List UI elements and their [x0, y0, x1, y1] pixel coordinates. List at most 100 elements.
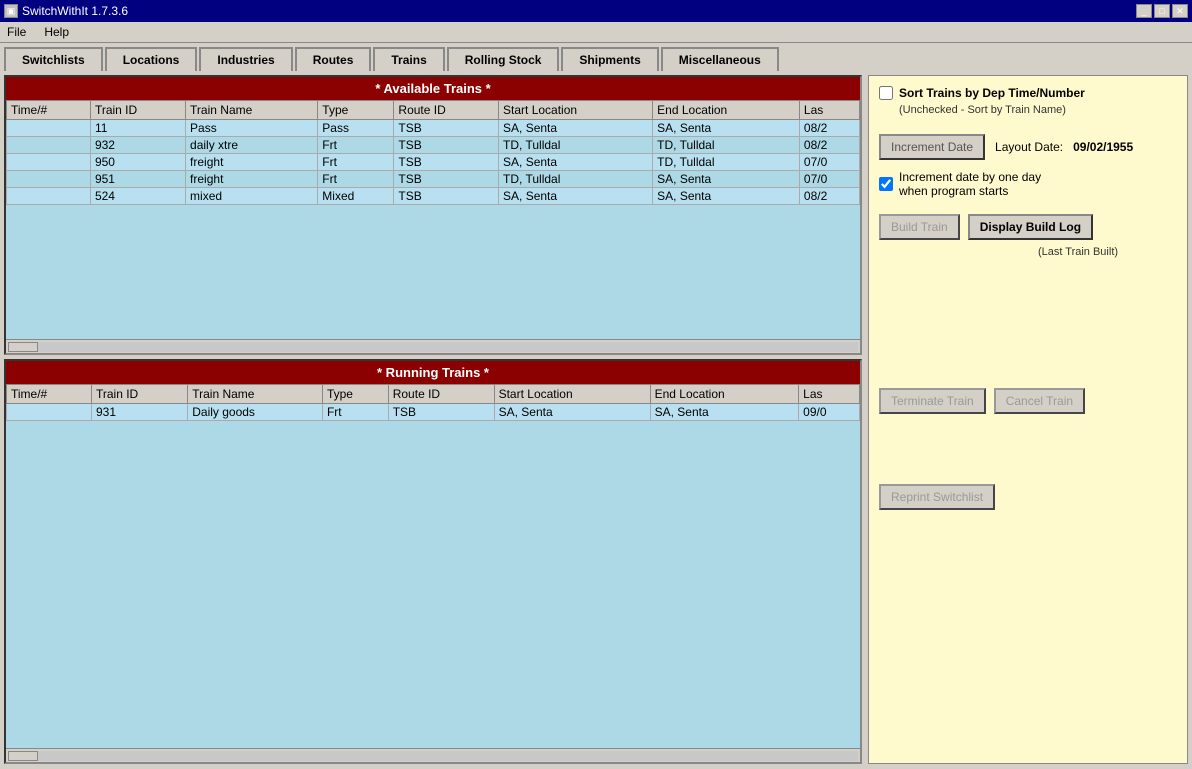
cell-id: 950	[90, 154, 185, 171]
app-title: SwitchWithIt 1.7.3.6	[22, 4, 128, 18]
increment-day-row: Increment date by one day when program s…	[879, 170, 1177, 198]
cell-id: 931	[91, 404, 187, 421]
cell-type: Frt	[318, 171, 394, 188]
cell-id: 524	[90, 188, 185, 205]
available-trains-scrollbar[interactable]	[6, 339, 860, 353]
col-start-location: Start Location	[499, 101, 653, 120]
cell-last: 09/0	[799, 404, 860, 421]
cell-start: TD, Tulldal	[499, 171, 653, 188]
cell-type: Mixed	[318, 188, 394, 205]
cell-end: TD, Tulldal	[653, 154, 800, 171]
table-row[interactable]: 932 daily xtre Frt TSB TD, Tulldal TD, T…	[7, 137, 860, 154]
cell-id: 11	[90, 120, 185, 137]
table-row[interactable]: 950 freight Frt TSB SA, Senta TD, Tullda…	[7, 154, 860, 171]
cell-last: 08/2	[799, 137, 859, 154]
tab-shipments[interactable]: Shipments	[561, 47, 658, 71]
last-train-label: (Last Train Built)	[979, 246, 1177, 258]
cell-name: Pass	[186, 120, 318, 137]
increment-day-checkbox[interactable]	[879, 177, 893, 191]
col-end-location: End Location	[653, 101, 800, 120]
cell-start: SA, Senta	[499, 154, 653, 171]
available-trains-table-wrapper[interactable]: Time/# Train ID Train Name Type Route ID…	[6, 100, 860, 339]
cell-name: freight	[186, 171, 318, 188]
nav-tabs: Switchlists Locations Industries Routes …	[0, 43, 1192, 71]
sort-checkbox-row: Sort Trains by Dep Time/Number	[879, 86, 1177, 100]
table-row[interactable]: 931 Daily goods Frt TSB SA, Senta SA, Se…	[7, 404, 860, 421]
cell-name: freight	[186, 154, 318, 171]
cell-start: TD, Tulldal	[499, 137, 653, 154]
cell-start: SA, Senta	[499, 120, 653, 137]
window-controls: _ □ ✕	[1136, 4, 1188, 18]
run-col-end-location: End Location	[650, 385, 799, 404]
tab-industries[interactable]: Industries	[199, 47, 292, 71]
cell-end: SA, Senta	[653, 188, 800, 205]
running-trains-scrollbar[interactable]	[6, 748, 860, 762]
cell-route: TSB	[394, 137, 499, 154]
sort-checkbox[interactable]	[879, 86, 893, 100]
cell-type: Frt	[318, 137, 394, 154]
cell-end: TD, Tulldal	[653, 137, 800, 154]
run-col-route-id: Route ID	[388, 385, 494, 404]
cell-route: TSB	[394, 154, 499, 171]
tab-trains[interactable]: Trains	[373, 47, 444, 71]
running-trains-table-wrapper[interactable]: Time/# Train ID Train Name Type Route ID…	[6, 384, 860, 748]
cell-end: SA, Senta	[653, 171, 800, 188]
terminate-train-button[interactable]: Terminate Train	[879, 388, 986, 414]
cell-last: 07/0	[799, 171, 859, 188]
cell-start: SA, Senta	[499, 188, 653, 205]
sort-sub-label: (Unchecked - Sort by Train Name)	[899, 104, 1177, 116]
layout-date-value: 09/02/1955	[1073, 140, 1133, 154]
available-trains-header: * Available Trains *	[6, 77, 860, 100]
run-col-type: Type	[322, 385, 388, 404]
restore-btn[interactable]: □	[1154, 4, 1170, 18]
build-section: Build Train Display Build Log (Last Trai…	[879, 214, 1177, 258]
build-train-button[interactable]: Build Train	[879, 214, 960, 240]
run-col-las: Las	[799, 385, 860, 404]
col-train-id: Train ID	[90, 101, 185, 120]
increment-row: Increment Date Layout Date: 09/02/1955	[879, 134, 1177, 160]
run-col-start-location: Start Location	[494, 385, 650, 404]
cell-route: TSB	[394, 188, 499, 205]
tab-miscellaneous[interactable]: Miscellaneous	[661, 47, 779, 71]
col-route-id: Route ID	[394, 101, 499, 120]
cell-id: 951	[90, 171, 185, 188]
menu-file[interactable]: File	[4, 24, 29, 40]
tab-locations[interactable]: Locations	[105, 47, 198, 71]
tab-routes[interactable]: Routes	[295, 47, 372, 71]
reprint-row: Reprint Switchlist	[879, 484, 1177, 510]
display-build-log-button[interactable]: Display Build Log	[968, 214, 1093, 240]
table-row[interactable]: 11 Pass Pass TSB SA, Senta SA, Senta 08/…	[7, 120, 860, 137]
increment-day-label2: when program starts	[899, 184, 1041, 198]
cell-id: 932	[90, 137, 185, 154]
cell-time	[7, 188, 91, 205]
tab-switchlists[interactable]: Switchlists	[4, 47, 103, 71]
reprint-switchlist-button[interactable]: Reprint Switchlist	[879, 484, 995, 510]
cell-end: SA, Senta	[653, 120, 800, 137]
table-row[interactable]: 524 mixed Mixed TSB SA, Senta SA, Senta …	[7, 188, 860, 205]
cell-type: Frt	[322, 404, 388, 421]
increment-day-label1: Increment date by one day	[899, 170, 1041, 184]
col-las: Las	[799, 101, 859, 120]
close-btn[interactable]: ✕	[1172, 4, 1188, 18]
right-panel: Sort Trains by Dep Time/Number (Unchecke…	[868, 75, 1188, 764]
cell-route: TSB	[388, 404, 494, 421]
running-trains-table: Time/# Train ID Train Name Type Route ID…	[6, 384, 860, 421]
sort-section: Sort Trains by Dep Time/Number (Unchecke…	[879, 86, 1177, 116]
cell-last: 08/2	[799, 120, 859, 137]
menu-bar: File Help	[0, 22, 1192, 43]
increment-day-label-group: Increment date by one day when program s…	[899, 170, 1041, 198]
cell-end: SA, Senta	[650, 404, 799, 421]
left-panel: * Available Trains * Time/# Train ID Tra…	[4, 75, 862, 764]
cell-name: mixed	[186, 188, 318, 205]
table-row[interactable]: 951 freight Frt TSB TD, Tulldal SA, Sent…	[7, 171, 860, 188]
running-trains-section: * Running Trains * Time/# Train ID Train…	[4, 359, 862, 764]
increment-date-button[interactable]: Increment Date	[879, 134, 985, 160]
minimize-btn[interactable]: _	[1136, 4, 1152, 18]
menu-help[interactable]: Help	[41, 24, 72, 40]
col-train-name: Train Name	[186, 101, 318, 120]
available-trains-table: Time/# Train ID Train Name Type Route ID…	[6, 100, 860, 205]
cancel-train-button[interactable]: Cancel Train	[994, 388, 1085, 414]
sort-label[interactable]: Sort Trains by Dep Time/Number	[899, 86, 1085, 100]
tab-rolling-stock[interactable]: Rolling Stock	[447, 47, 560, 71]
cell-start: SA, Senta	[494, 404, 650, 421]
